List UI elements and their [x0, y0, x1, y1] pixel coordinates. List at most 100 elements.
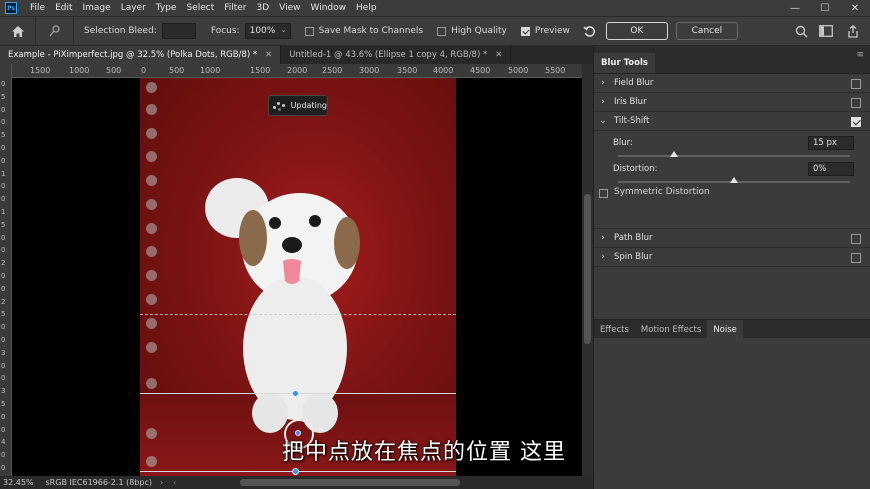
rotation-handle-bottom[interactable]	[292, 468, 299, 475]
blur-label: Blur:	[613, 138, 633, 148]
section-field-blur[interactable]: › Field Blur	[594, 74, 870, 93]
high-quality-label: High Quality	[451, 26, 507, 36]
status-bar: 32.45% sRGB IEC61966-2.1 (8bpc) › ‹	[0, 476, 593, 489]
preview-checkbox[interactable]	[520, 26, 530, 36]
focus-input[interactable]: 100% ⌄	[244, 23, 291, 39]
section-path-blur[interactable]: › Path Blur	[594, 229, 870, 248]
tab-motion-effects[interactable]: Motion Effects	[635, 320, 707, 339]
close-button[interactable]: ✕	[840, 0, 870, 16]
ruler-v-label: 0	[1, 374, 6, 383]
blur-value-input[interactable]: 15 px	[808, 136, 854, 150]
vertical-ruler[interactable]: 0 5 0 0 5 0 0 1 0 0 1 5 0 0 2 0 0 2 5 0 0 3 0 0 3 5 0 0 4 0 0	[0, 64, 12, 476]
close-icon[interactable]: ✕	[265, 50, 272, 60]
menu-type[interactable]: Type	[151, 3, 182, 13]
blur-slider-thumb[interactable]	[669, 151, 678, 157]
ruler-v-label: 0	[1, 80, 6, 88]
document-canvas[interactable]: Updating 把中点放在焦点的位置 这里	[12, 78, 582, 476]
symmetric-distortion-checkbox[interactable]	[599, 189, 608, 198]
polka-dots	[146, 78, 164, 476]
save-mask-checkbox[interactable]	[304, 26, 314, 36]
ok-button[interactable]: OK	[605, 22, 668, 40]
tab-untitled-document[interactable]: Untitled-1 @ 43.6% (Ellipse 1 copy 4, RG…	[281, 46, 512, 64]
spin-blur-checkbox[interactable]	[851, 253, 861, 263]
options-bar: Selection Bleed: Focus: 100% ⌄ Save Mask…	[0, 16, 870, 46]
chevron-down-icon[interactable]: ⌄	[281, 26, 287, 34]
share-icon[interactable]	[847, 24, 859, 41]
high-quality-checkbox[interactable]	[437, 26, 447, 36]
zoom-level[interactable]: 32.45%	[3, 478, 34, 487]
chevron-right-icon[interactable]: ›	[594, 233, 612, 243]
ruler-v-label: 0	[1, 118, 6, 127]
distortion-label: Distortion:	[613, 164, 658, 174]
pin-tool-icon[interactable]	[36, 17, 74, 45]
ruler-h-label: 5000	[508, 66, 529, 75]
horizontal-ruler[interactable]: 1500 1000 500 0 500 1000 1500 2000 2500 …	[12, 64, 582, 78]
distortion-slider-thumb[interactable]	[730, 177, 738, 183]
tab-example-document[interactable]: Example - PiXimperfect.jpg @ 32.5% (Polk…	[0, 46, 282, 64]
selection-bleed-input[interactable]	[161, 23, 196, 39]
preview-label: Preview	[534, 26, 570, 36]
scrollbar-thumb[interactable]	[584, 194, 591, 344]
tab-effects[interactable]: Effects	[594, 320, 635, 339]
tilt-feather-line-top[interactable]	[140, 314, 456, 315]
section-spin-blur[interactable]: › Spin Blur	[594, 248, 870, 267]
cancel-button[interactable]: Cancel	[675, 22, 738, 40]
menu-help[interactable]: Help	[351, 3, 382, 13]
ruler-h-label: 2500	[322, 66, 343, 75]
section-label: Field Blur	[614, 78, 654, 88]
photoshop-logo-icon[interactable]: Ps	[5, 2, 17, 14]
blur-tools-panel: Blur Tools ≡ › Field Blur › Iris Blur ⌄ …	[593, 46, 870, 489]
maximize-button[interactable]: ☐	[810, 0, 840, 16]
document-tabs: Example - PiXimperfect.jpg @ 32.5% (Polk…	[0, 46, 593, 64]
distortion-value-input[interactable]: 0%	[808, 162, 854, 176]
home-button[interactable]	[0, 17, 36, 45]
section-label: Tilt-Shift	[614, 116, 650, 126]
ruler-v-label: 0	[1, 361, 6, 370]
polka-dot	[146, 294, 157, 305]
horizontal-scrollbar-thumb[interactable]	[240, 479, 460, 486]
scroll-left-icon[interactable]: ‹	[173, 478, 176, 487]
menu-select[interactable]: Select	[181, 3, 219, 13]
vertical-scrollbar[interactable]	[582, 64, 593, 476]
tab-label: Example - PiXimperfect.jpg @ 32.5% (Polk…	[8, 50, 258, 60]
ruler-h-label: 1000	[69, 66, 90, 75]
minimize-button[interactable]: —	[780, 0, 810, 16]
menu-layer[interactable]: Layer	[116, 3, 151, 13]
ruler-v-label: 5	[1, 131, 6, 140]
photo-layer[interactable]	[140, 78, 456, 476]
chevron-right-icon[interactable]: ›	[594, 97, 612, 107]
panel-menu-icon[interactable]: ≡	[856, 50, 864, 60]
workspace-icon[interactable]	[819, 25, 833, 40]
reset-icon[interactable]	[582, 23, 598, 39]
polka-dot	[146, 199, 157, 210]
ruler-h-label: 4500	[470, 66, 491, 75]
iris-blur-checkbox[interactable]	[851, 98, 861, 108]
menu-window[interactable]: Window	[306, 3, 352, 13]
path-blur-checkbox[interactable]	[851, 234, 861, 244]
chevron-right-icon[interactable]: ›	[160, 478, 163, 487]
search-icon[interactable]	[795, 25, 808, 41]
menu-file[interactable]: File	[25, 3, 50, 13]
tab-noise[interactable]: Noise	[707, 320, 743, 339]
close-icon[interactable]: ✕	[495, 50, 502, 60]
rotation-handle-top[interactable]	[292, 390, 299, 397]
section-tilt-shift[interactable]: ⌄ Tilt-Shift	[594, 112, 870, 131]
ruler-v-label: 0	[1, 105, 6, 114]
menu-3d[interactable]: 3D	[252, 3, 275, 13]
ruler-h-label: 1500	[30, 66, 51, 75]
menu-filter[interactable]: Filter	[219, 3, 251, 13]
section-iris-blur[interactable]: › Iris Blur	[594, 93, 870, 112]
menu-view[interactable]: View	[274, 3, 305, 13]
ruler-v-label: 0	[1, 464, 6, 472]
field-blur-checkbox[interactable]	[851, 79, 861, 89]
menu-image[interactable]: Image	[78, 3, 116, 13]
panel-title[interactable]: Blur Tools	[594, 53, 655, 73]
chevron-right-icon[interactable]: ›	[594, 252, 612, 262]
tilt-shift-checkbox[interactable]	[851, 117, 861, 127]
menu-edit[interactable]: Edit	[50, 3, 77, 13]
selection-bleed-label: Selection Bleed:	[84, 26, 157, 36]
chevron-right-icon[interactable]: ›	[594, 78, 612, 88]
polka-dot	[146, 82, 157, 93]
chevron-down-icon[interactable]: ⌄	[594, 116, 612, 126]
blur-slider-track[interactable]	[618, 155, 850, 157]
